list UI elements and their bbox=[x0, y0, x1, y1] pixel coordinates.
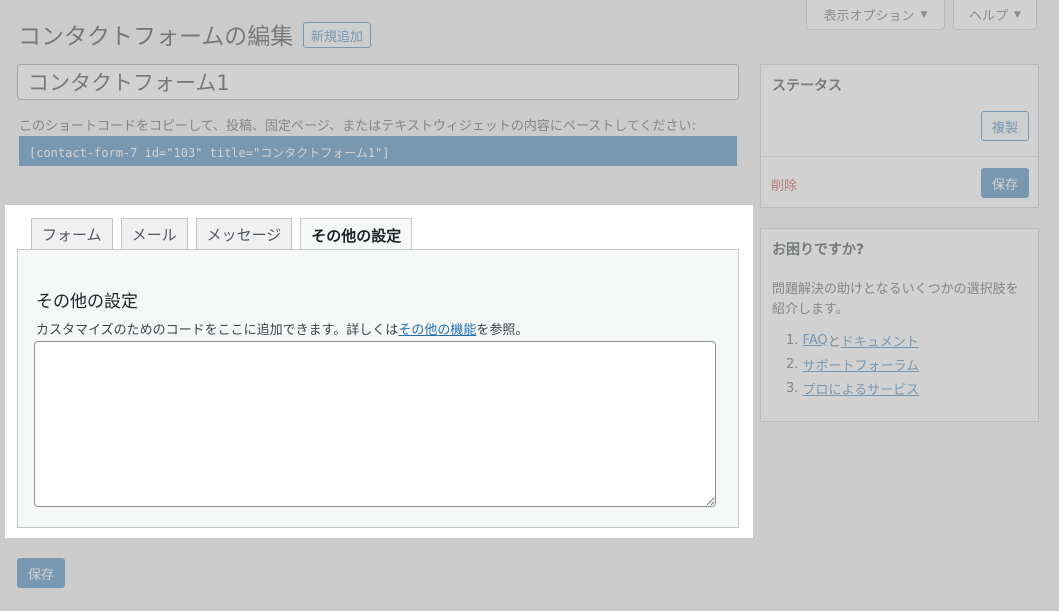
help-box-title: お困りですか? bbox=[772, 242, 865, 258]
help-description-line: 紹介します。 bbox=[772, 302, 849, 317]
list-number: 2. bbox=[786, 356, 799, 372]
status-box-title: ステータス bbox=[772, 78, 842, 94]
panel-description-suffix: を参照。 bbox=[476, 323, 529, 338]
panel-heading: その他の設定 bbox=[36, 292, 138, 312]
tab-messages[interactable]: メッセージ bbox=[195, 218, 293, 250]
help-list-item: 3. プロによるサービス bbox=[786, 376, 919, 400]
list-connector: と bbox=[827, 334, 841, 350]
additional-features-link[interactable]: その他の機能 bbox=[398, 323, 476, 338]
documentation-link[interactable]: ドキュメント bbox=[841, 331, 919, 350]
faq-link[interactable]: FAQ bbox=[803, 333, 828, 348]
tab-additional-settings[interactable]: その他の設定 bbox=[300, 218, 413, 251]
shortcode-text[interactable]: [contact-form-7 id="103" title="コンタクトフォー… bbox=[19, 136, 737, 166]
additional-settings-textarea[interactable] bbox=[34, 341, 716, 507]
screen-options-button[interactable]: 表示オプション ▼ bbox=[806, 0, 945, 30]
caret-down-icon: ▼ bbox=[1014, 9, 1021, 20]
add-new-button[interactable]: 新規追加 bbox=[303, 22, 372, 48]
help-description-line: 問題解決の助けとなるいくつかの選択肢を bbox=[772, 282, 1019, 297]
tab-form[interactable]: フォーム bbox=[31, 218, 113, 250]
form-title-input[interactable] bbox=[17, 64, 739, 100]
save-button[interactable]: 保存 bbox=[981, 168, 1029, 198]
panel-description: カスタマイズのためのコードをここに追加できます。詳しくはその他の機能を参照。 bbox=[36, 319, 528, 338]
editor-tabs: フォーム メール メッセージ その他の設定 bbox=[31, 218, 420, 251]
additional-settings-panel: その他の設定 カスタマイズのためのコードをここに追加できます。詳しくはその他の機… bbox=[17, 249, 739, 528]
help-list: 1. FAQ とドキュメント 2. サポートフォーラム 3. プロによるサービス bbox=[786, 328, 919, 400]
page-title: コンタクトフォームの編集 bbox=[18, 24, 294, 50]
help-list-item: 1. FAQ とドキュメント bbox=[786, 328, 919, 352]
tab-mail[interactable]: メール bbox=[120, 218, 188, 250]
help-description: 問題解決の助けとなるいくつかの選択肢を 紹介します。 bbox=[772, 280, 1019, 320]
divider bbox=[761, 156, 1038, 157]
list-number: 1. bbox=[786, 332, 799, 348]
help-list-item: 2. サポートフォーラム bbox=[786, 352, 919, 376]
support-forum-link[interactable]: サポートフォーラム bbox=[803, 355, 920, 374]
help-button[interactable]: ヘルプ ▼ bbox=[953, 0, 1037, 30]
duplicate-button[interactable]: 複製 bbox=[981, 111, 1029, 141]
list-number: 3. bbox=[786, 380, 799, 396]
panel-description-prefix: カスタマイズのためのコードをここに追加できます。詳しくは bbox=[36, 323, 399, 338]
screen-options-label: 表示オプション bbox=[823, 9, 915, 24]
professional-services-link[interactable]: プロによるサービス bbox=[803, 379, 920, 398]
status-box: ステータス 複製 削除 保存 bbox=[760, 64, 1039, 208]
bottom-save-button[interactable]: 保存 bbox=[17, 558, 65, 588]
help-box: お困りですか? 問題解決の助けとなるいくつかの選択肢を 紹介します。 1. FA… bbox=[760, 228, 1039, 422]
caret-down-icon: ▼ bbox=[920, 9, 928, 20]
shortcode-description: このショートコードをコピーして、投稿、固定ページ、またはテキストウィジェットの内… bbox=[19, 119, 696, 134]
help-label: ヘルプ bbox=[969, 9, 1009, 24]
delete-link[interactable]: 削除 bbox=[771, 175, 797, 194]
